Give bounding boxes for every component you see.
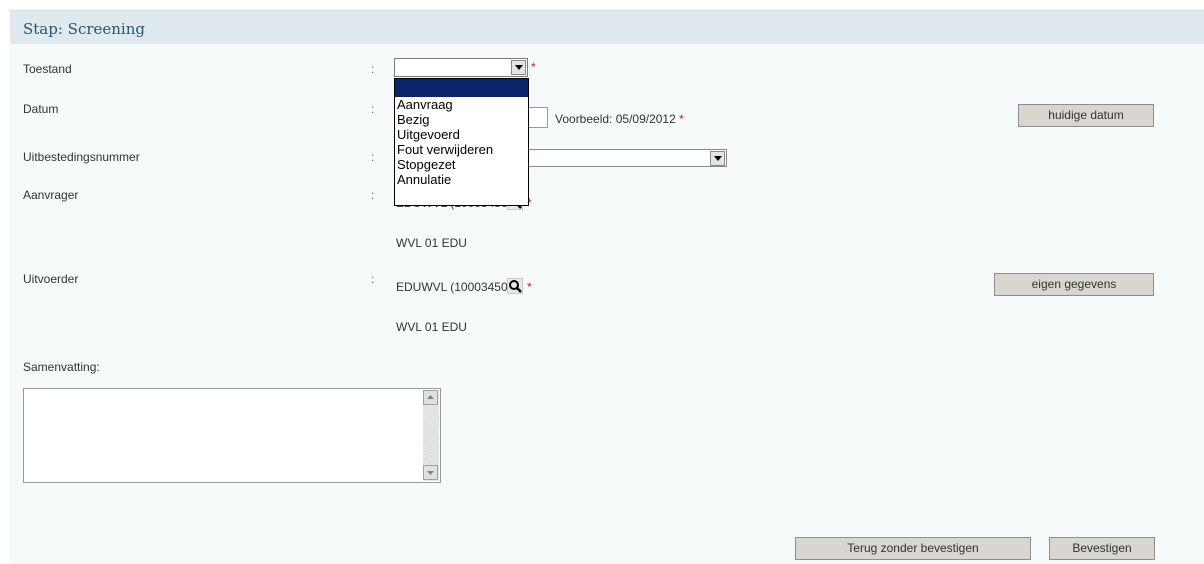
uitvoerder-code: EDUWVL (10003450) [396,280,512,294]
dropdown-option[interactable]: Fout verwijderen [395,142,528,157]
dropdown-option[interactable]: Bezig [395,112,528,127]
samenvatting-textarea[interactable] [23,388,441,483]
toestand-select[interactable] [394,58,528,77]
today-date-button[interactable]: huidige datum [1018,104,1154,127]
dropdown-option[interactable]: Annulatie [395,172,528,187]
datum-label: Datum [23,102,59,116]
own-data-button[interactable]: eigen gegevens [994,273,1154,296]
samenvatting-label: Samenvatting: [23,360,100,374]
dropdown-option[interactable]: Aanvraag [395,97,528,112]
dropdown-option[interactable]: Stopgezet [395,157,528,172]
uitvoerder-label: Uitvoerder [23,272,79,286]
date-example: Voorbeeld: 05/09/2012 * [555,112,684,126]
toestand-label: Toestand [23,62,72,76]
colon: : [371,272,375,286]
chevron-down-icon[interactable] [511,60,526,75]
required-marker: * [531,60,536,74]
uitvoerder-search-icon[interactable] [506,277,524,295]
textarea-scrollbar[interactable] [423,390,439,481]
dropdown-option[interactable]: Uitgevoerd [395,127,528,142]
aanvrager-name: WVL 01 EDU [396,236,467,250]
confirm-button[interactable]: Bevestigen [1049,537,1155,560]
colon: : [371,188,375,202]
colon: : [371,150,375,164]
scroll-track[interactable] [423,406,439,465]
scroll-up-icon[interactable] [423,390,438,405]
uitvoerder-name: WVL 01 EDU [396,320,467,334]
aanvrager-label: Aanvrager [23,188,79,202]
required-marker: * [679,112,684,126]
panel-header: Stap: Screening [10,10,1204,44]
colon: : [371,62,375,76]
chevron-down-icon[interactable] [710,151,725,166]
dropdown-option[interactable] [395,79,528,97]
back-without-confirm-button[interactable]: Terug zonder bevestigen [795,537,1031,560]
datum-input[interactable] [528,107,548,128]
page-title: Stap: Screening [23,20,145,38]
toestand-dropdown-list[interactable]: Aanvraag Bezig Uitgevoerd Fout verwijder… [394,78,529,206]
required-marker: * [527,280,532,294]
uitbestedingsnummer-select[interactable] [529,149,727,167]
scroll-down-icon[interactable] [423,465,438,480]
screening-panel: Stap: Screening Toestand : * Datum : Voo… [10,10,1204,564]
uitbestedingsnummer-label: Uitbestedingsnummer [23,150,140,164]
colon: : [371,102,375,116]
